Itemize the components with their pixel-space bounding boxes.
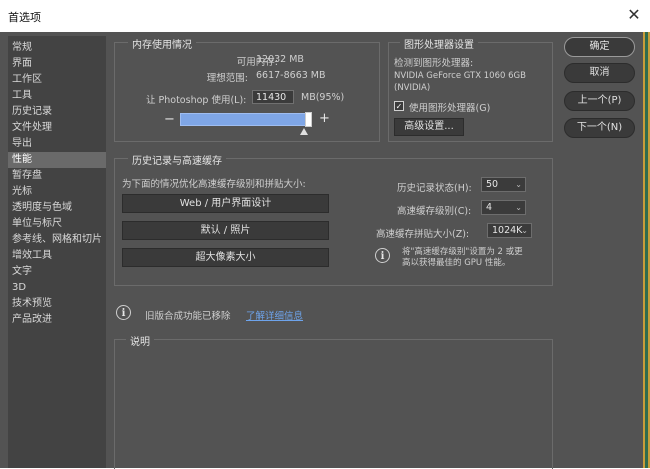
sidebar-item-file-handling[interactable]: 文件处理	[8, 120, 106, 136]
history-states-select[interactable]: 50 ⌄	[481, 177, 526, 192]
ideal-range-label: 理想范围:	[206, 73, 248, 84]
advanced-settings-button[interactable]: 高级设置...	[394, 118, 464, 136]
sidebar-item-interface[interactable]: 界面	[8, 56, 106, 72]
sidebar-item-cursors[interactable]: 光标	[8, 184, 106, 200]
memory-use-unit: MB(95%)	[301, 92, 345, 103]
description-group	[114, 339, 553, 469]
sidebar-item-workspace[interactable]: 工作区	[8, 72, 106, 88]
memory-group-title: 内存使用情况	[128, 36, 196, 51]
sidebar-item-units[interactable]: 单位与标尺	[8, 216, 106, 232]
sidebar: 常规 界面 工作区 工具 历史记录 文件处理 导出 性能 暂存盘 光标 透明度与…	[8, 36, 106, 468]
optimize-label: 为下面的情况优化高速缓存级别和拼贴大小:	[122, 179, 306, 190]
title-bar: 首选项 ✕	[0, 0, 650, 32]
window-title: 首选项	[8, 11, 41, 24]
preset-default-button[interactable]: 默认 / 照片	[122, 221, 329, 240]
legacy-compositing-text: 旧版合成功能已移除	[145, 311, 231, 322]
photoshop-use-label: 让 Photoshop 使用(L):	[146, 95, 247, 106]
plus-icon[interactable]: +	[319, 111, 330, 126]
sidebar-item-guides[interactable]: 参考线、网格和切片	[8, 232, 106, 248]
chevron-down-icon: ⌄	[521, 226, 528, 235]
description-group-title: 说明	[126, 333, 154, 348]
info-icon: i	[116, 305, 131, 320]
sidebar-item-tech-previews[interactable]: 技术预览	[8, 296, 106, 312]
chevron-down-icon: ⌄	[515, 203, 522, 212]
cache-levels-select[interactable]: 4 ⌄	[481, 200, 526, 215]
cache-tile-value: 1024K	[492, 225, 523, 236]
sidebar-item-scratch-disks[interactable]: 暂存盘	[8, 168, 106, 184]
sidebar-item-tools[interactable]: 工具	[8, 88, 106, 104]
memory-slider[interactable]	[180, 113, 310, 126]
ideal-range-value: 6617-8663 MB	[256, 70, 326, 81]
sidebar-item-export[interactable]: 导出	[8, 136, 106, 152]
available-memory-value: 12032 MB	[256, 54, 304, 65]
sidebar-item-history[interactable]: 历史记录	[8, 104, 106, 120]
sidebar-item-general[interactable]: 常规	[8, 40, 106, 56]
cache-tile-select[interactable]: 1024K ⌄	[487, 223, 532, 238]
cache-levels-value: 4	[486, 202, 493, 213]
learn-more-link[interactable]: 了解详细信息	[246, 308, 303, 322]
use-gpu-label: 使用图形处理器(G)	[409, 103, 491, 114]
next-button[interactable]: 下一个(N)	[564, 118, 635, 138]
sidebar-item-type[interactable]: 文字	[8, 264, 106, 280]
sidebar-item-performance[interactable]: 性能	[8, 152, 106, 168]
cancel-button[interactable]: 取消	[564, 63, 635, 83]
sidebar-item-plugins[interactable]: 增效工具	[8, 248, 106, 264]
ok-button[interactable]: 确定	[564, 37, 635, 57]
gpu-name-line1: NVIDIA GeForce GTX 1060 6GB	[394, 71, 526, 81]
gpu-group-title: 图形处理器设置	[400, 36, 478, 51]
gpu-detected-label: 检测到图形处理器:	[394, 58, 474, 69]
history-group-title: 历史记录与高速缓存	[128, 152, 226, 167]
sidebar-item-3d[interactable]: 3D	[8, 280, 106, 296]
gpu-name-line2: (NVIDIA)	[394, 83, 431, 93]
memory-slider-knob[interactable]	[305, 112, 312, 127]
sidebar-item-transparency[interactable]: 透明度与色域	[8, 200, 106, 216]
close-icon[interactable]: ✕	[624, 5, 644, 25]
preset-huge-button[interactable]: 超大像素大小	[122, 248, 329, 267]
prev-button[interactable]: 上一个(P)	[564, 91, 635, 111]
gpu-tip-line2: 高以获得最佳的 GPU 性能。	[402, 258, 511, 268]
history-states-value: 50	[486, 179, 499, 190]
background-edge	[643, 32, 650, 468]
chevron-down-icon: ⌄	[515, 180, 522, 189]
preset-web-button[interactable]: Web / 用户界面设计	[122, 194, 329, 213]
cache-levels-label: 高速缓存级别(C):	[397, 206, 472, 217]
cache-tile-label: 高速缓存拼贴大小(Z):	[376, 229, 470, 240]
info-icon: i	[375, 248, 390, 263]
sidebar-item-product-improvement[interactable]: 产品改进	[8, 312, 106, 328]
history-states-label: 历史记录状态(H):	[397, 183, 472, 194]
use-gpu-checkbox[interactable]: ✓	[394, 101, 404, 111]
slider-pointer-icon	[300, 128, 308, 135]
memory-use-input[interactable]: 11430	[252, 90, 294, 104]
minus-icon[interactable]: −	[164, 112, 175, 127]
